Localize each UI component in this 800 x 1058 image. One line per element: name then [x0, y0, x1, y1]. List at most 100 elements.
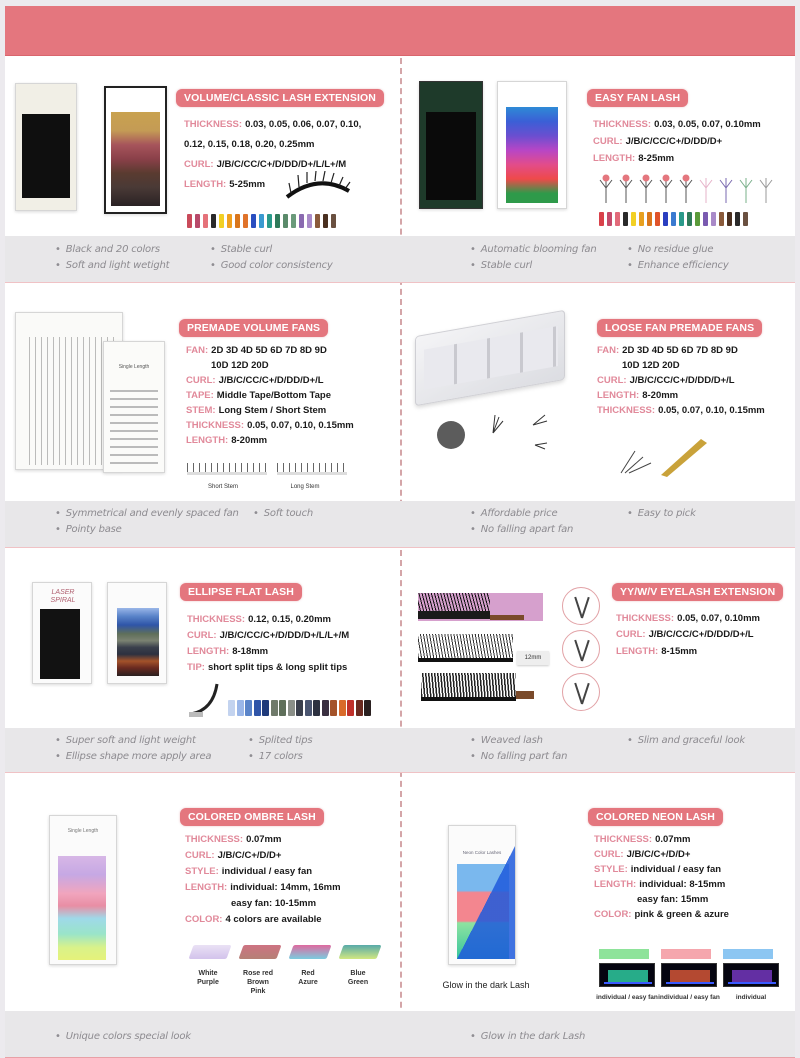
color-swatch: [313, 700, 320, 716]
color-swatch: [259, 214, 264, 228]
lash-curve-image: [285, 171, 351, 199]
fan-icon: [739, 178, 753, 203]
feature-list: Splited tips17 colors: [248, 733, 313, 765]
spec-fan-cont: 10D 12D 20D: [211, 360, 269, 371]
spec-thickness: THICKNESS: 0.03, 0.05, 0.07, 0.10mm: [593, 119, 761, 130]
spec-length: LENGTH: 8-15mm: [616, 646, 698, 657]
color-swatch: [291, 214, 296, 228]
v-shape-icon: [562, 673, 600, 711]
caption-long-stem: Long Stem: [290, 484, 320, 490]
neon-sample-caption: individual / easy fan: [596, 994, 658, 1001]
color-swatch: [338, 700, 346, 716]
spec-curl: CURL: J/B/C/CC/C+/D/DD/D+/L: [597, 375, 735, 386]
spec-color: COLOR: 4 colors are available: [185, 914, 322, 925]
color-swatch: [679, 212, 684, 226]
ombre-color-options: White Purple Rose red Brown Pink Red Azure…: [185, 945, 385, 1005]
spec-length: LENGTH: 8-18mm: [187, 646, 269, 657]
color-swatch: [245, 700, 252, 716]
color-swatch: [236, 700, 244, 716]
ombre-swatch-label: White Purple: [197, 970, 219, 986]
fan-icon: [639, 174, 653, 203]
fan-illustrations: [597, 174, 782, 204]
product-title: COLORED NEON LASH: [588, 808, 723, 826]
spec-curl: CURL: J/B/C/CC/C+/D/DD/D+/L/L+/M: [184, 159, 347, 170]
color-swatch: [655, 212, 660, 226]
features-band: Symmetrical and evenly spaced fanPointy …: [5, 501, 795, 547]
color-swatch: [219, 214, 224, 228]
spec-curl: CURL: J/B/C/C+/D/D+: [594, 849, 691, 860]
product-image-ombre-tray: Single Length: [49, 815, 117, 965]
feature-list: Super soft and light weightEllipse shape…: [55, 733, 212, 765]
neon-day-sample: [723, 945, 773, 959]
color-swatch: [235, 214, 240, 228]
color-swatch: [323, 214, 328, 228]
row-4: Single Length COLORED OMBRE LASH THICKNE…: [5, 773, 795, 1058]
product-title: EASY FAN LASH: [587, 89, 689, 107]
color-swatch: [331, 214, 336, 228]
feature-list: Slim and graceful look: [627, 733, 745, 749]
color-swatch: [631, 212, 636, 226]
w-lash-strip: [418, 634, 513, 662]
long-stem-image: [277, 463, 347, 475]
header-banner: [5, 6, 795, 56]
feature-list: Weaved lashNo falling part fan: [470, 733, 568, 765]
spec-thickness: THICKNESS: 0.07mm: [185, 834, 282, 845]
spec-stem: STEM: Long Stem / Short Stem: [186, 405, 327, 416]
color-swatch: [663, 212, 668, 226]
color-swatch: [321, 700, 329, 716]
product-colored-neon: Neon Color Lashes Glow in the dark Lash …: [401, 773, 796, 1011]
spec-length: LENGTH: individual: 8-15mm: [594, 879, 726, 890]
color-swatch: [719, 212, 724, 226]
spec-thickness: THICKNESS: 0.05, 0.07, 0.10, 0.15mm: [186, 420, 354, 431]
color-swatch: [364, 700, 371, 716]
feature-list: Glow in the dark Lash: [470, 1029, 586, 1045]
product-image-laser-spiral-tray: LASER SPIRAL: [32, 582, 92, 684]
product-image-green-tray: [419, 81, 483, 209]
spec-curl: CURL: J/B/C/CC/C+/D/DD/D+/L: [186, 375, 324, 386]
color-swatch: [671, 212, 676, 226]
tweezer-image: [620, 439, 707, 477]
spec-style: STYLE: individual / easy fan: [185, 866, 313, 877]
color-swatch: [283, 214, 288, 228]
feature-list: Soft touch: [253, 506, 314, 522]
feature-list: Black and 20 colorsSoft and light wetigh…: [55, 242, 170, 274]
color-swatch: [639, 212, 644, 226]
color-swatch: [703, 212, 708, 226]
product-image-fan-tray-small: Single Length: [103, 341, 165, 473]
product-title: YY/W/V EYELASH EXTENSION: [612, 583, 784, 601]
neon-day-sample: [661, 945, 711, 959]
product-ellipse-flat: LASER SPIRAL ELLIPSE FLAT LASH THICKNESS…: [5, 548, 400, 728]
product-title: ELLIPSE FLAT LASH: [180, 583, 302, 601]
color-swatch: [203, 214, 208, 228]
color-swatch: [287, 700, 295, 716]
neon-sample-caption: individual: [735, 994, 767, 1001]
color-swatch: [330, 700, 337, 716]
product-loose-fan: LOOSE FAN PREMADE FANS FAN: 2D 3D 4D 5D 6…: [401, 283, 796, 501]
feature-list: Stable curlGood color consistency: [210, 242, 333, 274]
spec-thickness: THICKNESS: 0.03, 0.05, 0.06, 0.07, 0.10,: [184, 119, 362, 130]
color-swatch: [270, 700, 278, 716]
color-swatch: [211, 214, 216, 228]
fan-icon: [659, 174, 673, 203]
spec-thickness: THICKNESS: 0.05, 0.07, 0.10, 0.15mm: [597, 405, 765, 416]
color-swatch: [695, 212, 700, 226]
product-image-ellipse-color-tray: [107, 582, 167, 684]
color-swatch: [227, 214, 232, 228]
features-band: Unique colors special look Glow in the d…: [5, 1011, 795, 1057]
ombre-swatch: [188, 945, 232, 959]
spec-color: COLOR: pink & green & azure: [594, 909, 729, 920]
product-title: PREMADE VOLUME FANS: [179, 319, 329, 337]
spec-fan: FAN: 2D 3D 4D 5D 6D 7D 8D 9D: [597, 345, 738, 356]
color-swatch: [228, 700, 235, 716]
neon-glow-sample: [599, 963, 655, 987]
caption-short-stem: Short Stem: [207, 484, 238, 490]
color-swatch: [711, 212, 716, 226]
ombre-swatch: [338, 945, 382, 959]
neon-day-sample: [599, 945, 649, 959]
color-swatch: [687, 212, 692, 226]
product-image-black-tray: [15, 83, 77, 211]
color-swatch: [187, 214, 192, 228]
neon-sample-caption: individual / easy fan: [658, 994, 720, 1001]
color-swatch: [615, 212, 620, 226]
feature-list: Automatic blooming fanStable curl: [470, 242, 597, 274]
